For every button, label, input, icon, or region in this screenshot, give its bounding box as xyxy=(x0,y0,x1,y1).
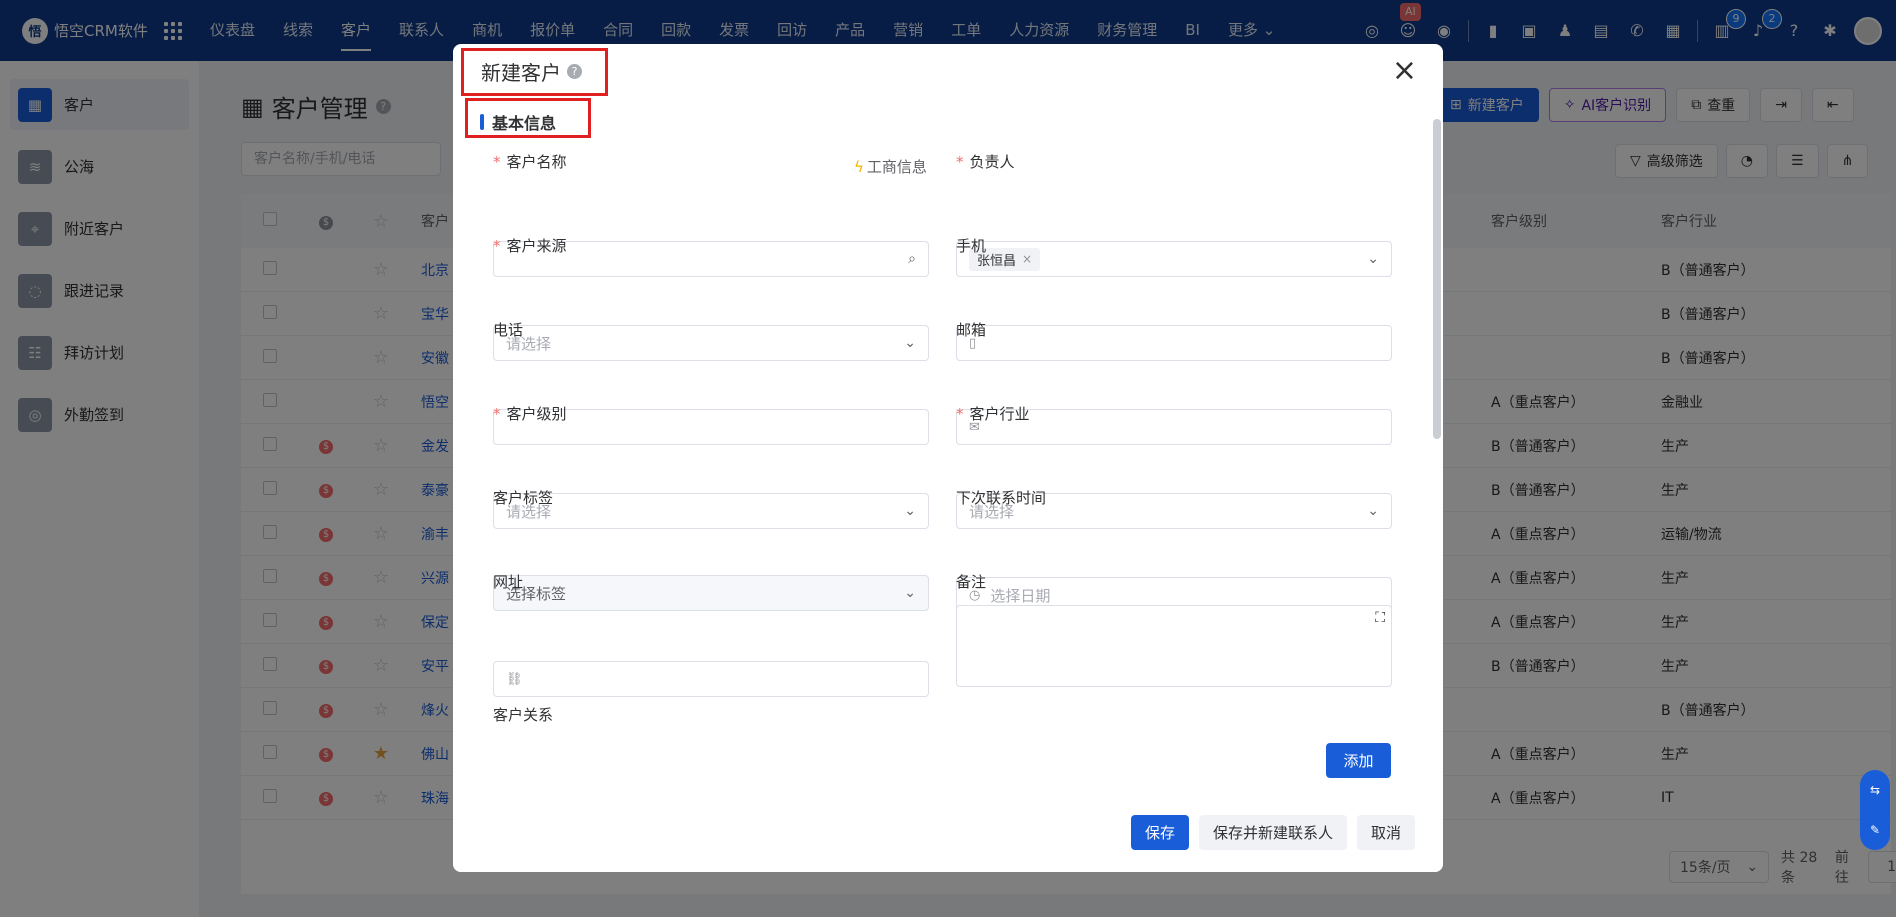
fullscreen-icon[interactable]: ⛶ xyxy=(1375,610,1385,626)
remark-label: 备注 xyxy=(956,573,987,591)
tags-select[interactable]: 选择标签 ⌄ xyxy=(493,575,929,611)
new-customer-dialog: 新建客户 ? × 基本信息 * 客户名称 ϟ 工商信息 ⌕ * 负责人 张恒昌 × ⌄ *… xyxy=(453,44,1443,872)
customer-name-label: * 客户名称 xyxy=(493,153,567,171)
mobile-input[interactable]: ▯ xyxy=(956,325,1392,361)
chevron-down-icon: ⌄ xyxy=(904,585,916,601)
floating-toolbar: ⇆ ✎ xyxy=(1860,770,1890,850)
phone-label: 电话 xyxy=(493,321,524,339)
owner-label: * 负责人 xyxy=(956,153,1015,171)
website-input[interactable]: ⛓ xyxy=(493,661,929,697)
tags-label: 客户标签 xyxy=(493,489,554,507)
chevron-down-icon: ⌄ xyxy=(904,335,916,351)
save-button[interactable]: 保存 xyxy=(1130,814,1189,850)
level-label: * 客户级别 xyxy=(493,405,567,423)
next-contact-label: 下次联系时间 xyxy=(956,489,1047,507)
translate-icon[interactable]: ⇆ xyxy=(1870,783,1880,797)
source-label: * 客户来源 xyxy=(493,237,567,255)
save-and-new-contact-button[interactable]: 保存并新建联系人 xyxy=(1198,814,1347,850)
owner-select[interactable]: 张恒昌 × ⌄ xyxy=(956,241,1392,277)
cancel-button[interactable]: 取消 xyxy=(1356,814,1415,850)
add-relation-button[interactable]: 添加 xyxy=(1326,743,1391,778)
relation-label: 客户关系 xyxy=(493,706,554,724)
close-icon[interactable]: × xyxy=(1392,56,1417,86)
chevron-down-icon: ⌄ xyxy=(1367,251,1379,267)
dialog-footer: 保存 保存并新建联系人 取消 xyxy=(453,792,1443,872)
dialog-body: 基本信息 * 客户名称 ϟ 工商信息 ⌕ * 负责人 张恒昌 × ⌄ * 客户来源 请选择 ⌄… xyxy=(453,98,1431,792)
website-label: 网址 xyxy=(493,573,524,591)
email-label: 邮箱 xyxy=(956,321,987,339)
level-select[interactable]: 请选择 ⌄ xyxy=(493,493,929,529)
link-icon: ⛓ xyxy=(506,671,523,687)
lightning-icon: ϟ xyxy=(854,157,864,176)
dialog-scrollbar[interactable] xyxy=(1433,119,1441,439)
highlight-box xyxy=(465,98,591,138)
industry-label: * 客户行业 xyxy=(956,405,1030,423)
source-select[interactable]: 请选择 ⌄ xyxy=(493,325,929,361)
dialog-header: 新建客户 ? × xyxy=(453,44,1443,98)
chevron-down-icon: ⌄ xyxy=(1367,503,1379,519)
business-info-link[interactable]: ϟ 工商信息 xyxy=(854,156,927,177)
mobile-label: 手机 xyxy=(956,237,987,255)
remark-textarea[interactable]: ⛶ xyxy=(956,605,1392,687)
search-icon[interactable]: ⌕ xyxy=(908,251,916,267)
tag-close-icon[interactable]: × xyxy=(1022,252,1032,266)
chevron-down-icon: ⌄ xyxy=(904,503,916,519)
edit-note-icon[interactable]: ✎ xyxy=(1870,823,1880,837)
highlight-box xyxy=(461,48,608,96)
